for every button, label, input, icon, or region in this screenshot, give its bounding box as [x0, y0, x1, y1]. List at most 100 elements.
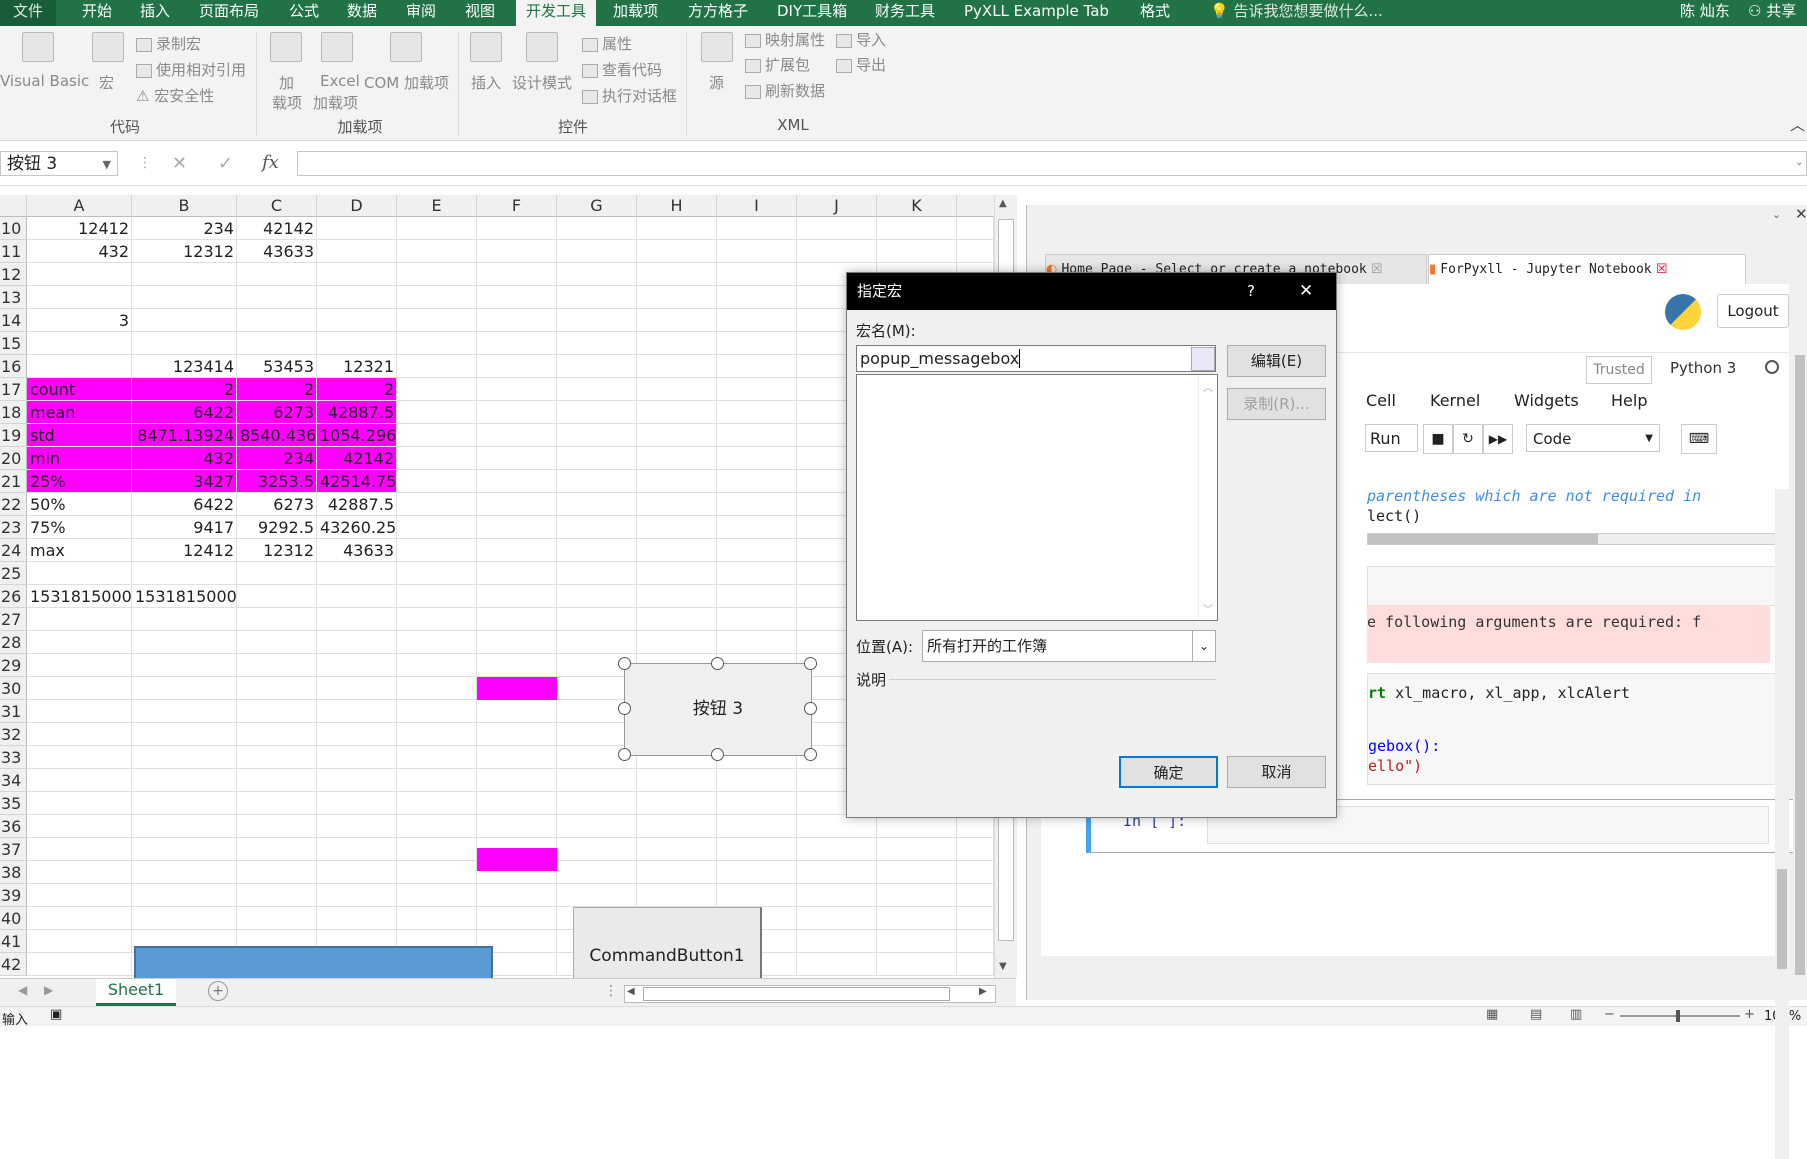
row-header[interactable]: 18: [0, 401, 27, 424]
cell-value[interactable]: 1054.296: [317, 424, 397, 447]
grid-cell[interactable]: [957, 861, 994, 884]
scroll-right-icon[interactable]: ▶: [979, 986, 987, 997]
scroll-up-icon[interactable]: ︿: [1203, 379, 1213, 394]
com-addins-button[interactable]: COM 加载项: [364, 72, 449, 93]
grid-cell[interactable]: [132, 723, 237, 746]
grid-cell[interactable]: [317, 654, 397, 677]
grid-cell[interactable]: [477, 401, 557, 424]
chevron-down-icon[interactable]: ▼: [103, 152, 111, 177]
grid-cell[interactable]: [27, 355, 132, 378]
name-box[interactable]: 按钮 3 ▼: [0, 151, 118, 176]
tab-finance[interactable]: 财务工具: [875, 0, 935, 26]
cell-value[interactable]: 42142: [317, 447, 397, 470]
normal-view-icon[interactable]: ▦: [1486, 1007, 1498, 1022]
grid-cell[interactable]: [27, 677, 132, 700]
minimize-pane-icon[interactable]: ⌄: [1772, 208, 1781, 221]
relative-ref-button[interactable]: 使用相对引用: [136, 59, 246, 80]
collapse-ribbon-icon[interactable]: ︿: [1790, 114, 1805, 135]
row-header[interactable]: 11: [0, 240, 27, 263]
grid-cell[interactable]: [477, 447, 557, 470]
horizontal-scroll-thumb[interactable]: [1368, 534, 1598, 544]
grid-cell[interactable]: [27, 654, 132, 677]
row-header[interactable]: 22: [0, 493, 27, 516]
grid-cell[interactable]: [237, 792, 317, 815]
cell-value[interactable]: 12412: [132, 539, 237, 562]
grid-cell[interactable]: [397, 217, 477, 240]
chevron-down-icon[interactable]: ⌄: [1192, 631, 1215, 661]
grid-cell[interactable]: [477, 792, 557, 815]
cell-value[interactable]: 1531815000: [132, 585, 237, 608]
resize-handle[interactable]: [618, 748, 631, 761]
grid-cell[interactable]: [317, 240, 397, 263]
grid-cell[interactable]: [397, 355, 477, 378]
cell-value[interactable]: 3: [27, 309, 132, 332]
run-button[interactable]: Run: [1365, 424, 1418, 452]
grid-cell[interactable]: [957, 838, 994, 861]
cell-value[interactable]: 43633: [317, 539, 397, 562]
grid-cell[interactable]: [957, 884, 994, 907]
grid-cell[interactable]: [132, 608, 237, 631]
grid-cell[interactable]: [317, 677, 397, 700]
grid-cell[interactable]: [557, 838, 637, 861]
grid-cell[interactable]: [237, 263, 317, 286]
cell-value[interactable]: count: [27, 378, 132, 401]
tab-review[interactable]: 审阅: [406, 0, 436, 26]
grid-cell[interactable]: [237, 746, 317, 769]
grid-cell[interactable]: [637, 769, 717, 792]
col-header-i[interactable]: I: [717, 195, 797, 217]
grid-cell[interactable]: [557, 539, 637, 562]
grid-cell[interactable]: [717, 792, 797, 815]
tab-diy[interactable]: DIY工具箱: [777, 0, 847, 26]
grid-cell[interactable]: [477, 217, 557, 240]
cell-value[interactable]: 3253.5: [237, 470, 317, 493]
grid-cell[interactable]: [397, 792, 477, 815]
grid-cell[interactable]: [317, 815, 397, 838]
grid-cell[interactable]: [397, 493, 477, 516]
grid-cell[interactable]: [877, 930, 957, 953]
grid-cell[interactable]: [477, 286, 557, 309]
grid-cell[interactable]: [557, 332, 637, 355]
cell-value[interactable]: max: [27, 539, 132, 562]
help-icon[interactable]: ?: [1247, 273, 1255, 310]
close-icon[interactable]: ✕: [1299, 273, 1313, 310]
grid-cell[interactable]: [797, 861, 877, 884]
grid-cell[interactable]: [397, 769, 477, 792]
grid-cell[interactable]: [477, 539, 557, 562]
grid-cell[interactable]: [717, 378, 797, 401]
grid-cell[interactable]: [717, 608, 797, 631]
col-header-a[interactable]: A: [27, 195, 132, 217]
grid-cell[interactable]: [237, 608, 317, 631]
grid-cell[interactable]: [237, 861, 317, 884]
row-header[interactable]: 35: [0, 792, 27, 815]
grid-cell[interactable]: [317, 907, 397, 930]
close-pane-icon[interactable]: ✕: [1795, 205, 1807, 223]
grid-cell[interactable]: [27, 838, 132, 861]
kernel-name[interactable]: Python 3: [1670, 359, 1736, 377]
grid-cell[interactable]: [717, 263, 797, 286]
grid-cell[interactable]: [237, 723, 317, 746]
grid-cell[interactable]: [797, 815, 877, 838]
formula-input[interactable]: [297, 151, 1807, 176]
grid-cell[interactable]: [317, 286, 397, 309]
grid-cell[interactable]: [557, 493, 637, 516]
row-header[interactable]: 36: [0, 815, 27, 838]
grid-cell[interactable]: [477, 493, 557, 516]
user-name[interactable]: 陈 灿东: [1680, 0, 1730, 26]
grid-cell[interactable]: [397, 677, 477, 700]
sheet-next-icon[interactable]: ▶: [44, 983, 53, 997]
grid-cell[interactable]: [637, 884, 717, 907]
grid-cell[interactable]: [477, 309, 557, 332]
cell-value[interactable]: 25%: [27, 470, 132, 493]
grid-cell[interactable]: [717, 631, 797, 654]
resize-handle[interactable]: [711, 657, 724, 670]
grid-cell[interactable]: [397, 746, 477, 769]
grid-cell[interactable]: [27, 631, 132, 654]
grid-cell[interactable]: [397, 401, 477, 424]
grid-cell[interactable]: [877, 240, 957, 263]
grid-cell[interactable]: [132, 769, 237, 792]
code-cell[interactable]: rt xl_macro, xl_app, xlcAlert gebox(): e…: [1367, 673, 1783, 785]
grid-cell[interactable]: [557, 217, 637, 240]
grid-cell[interactable]: [797, 930, 877, 953]
grid-cell[interactable]: [132, 746, 237, 769]
grid-cell[interactable]: [397, 286, 477, 309]
